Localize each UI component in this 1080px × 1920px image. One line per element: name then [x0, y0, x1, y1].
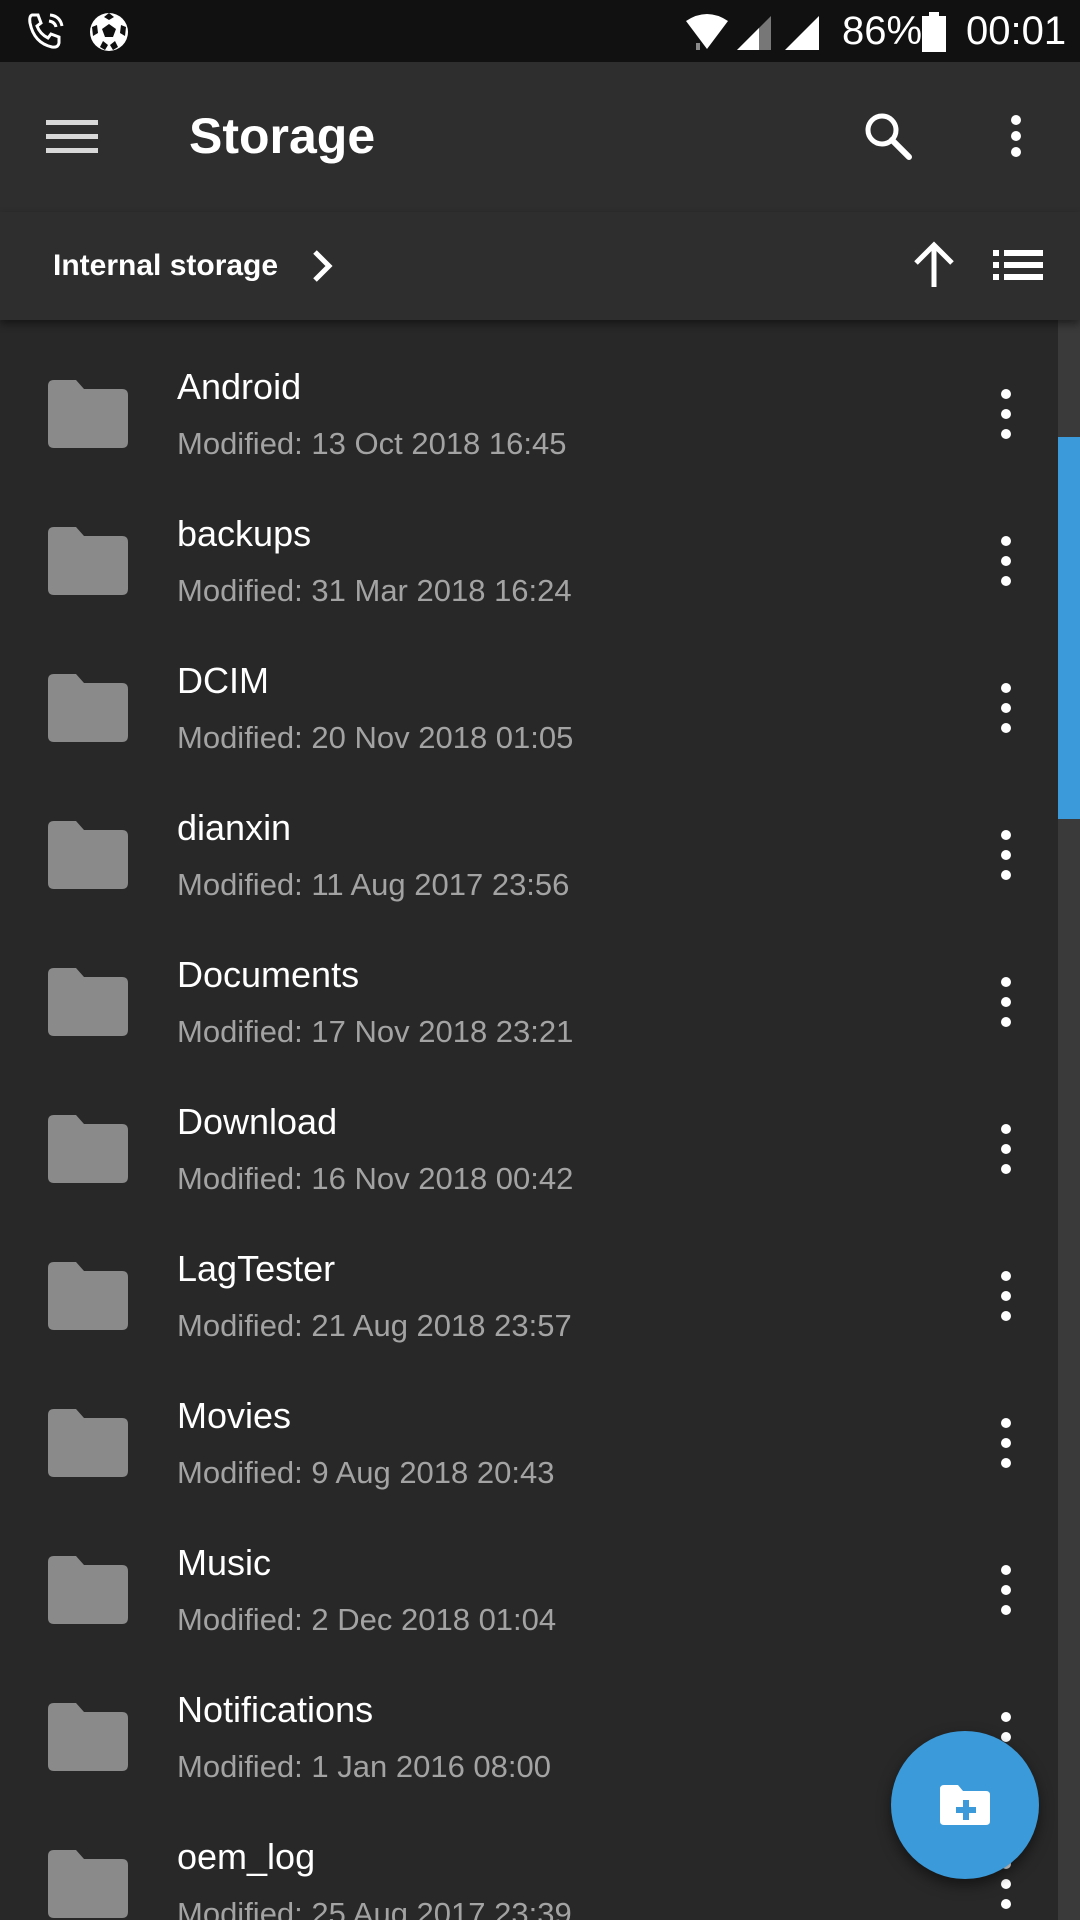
- file-name: Android: [177, 366, 302, 407]
- more-vert-icon[interactable]: [986, 680, 1026, 736]
- folder-icon: [48, 674, 128, 742]
- folder-icon: [48, 527, 128, 595]
- more-vert-icon: [1011, 115, 1021, 157]
- file-modified-date: Modified: 20 Nov 2018 01:05: [177, 720, 574, 755]
- folder-icon: [48, 1703, 128, 1771]
- file-name: dianxin: [177, 807, 292, 848]
- file-name: DCIM: [177, 660, 269, 701]
- folder-icon: [48, 1850, 128, 1918]
- more-vert-icon[interactable]: [986, 386, 1026, 442]
- more-vert-icon[interactable]: [986, 1415, 1026, 1471]
- more-vert-icon[interactable]: [986, 1562, 1026, 1618]
- view-mode-button[interactable]: [986, 234, 1050, 296]
- more-vert-icon[interactable]: [986, 533, 1026, 589]
- menu-icon: [46, 120, 98, 153]
- battery-icon: [922, 12, 946, 52]
- menu-button[interactable]: [36, 104, 108, 168]
- scrollbar-thumb[interactable]: [1058, 436, 1080, 820]
- signal-icon: [785, 16, 819, 50]
- file-list-item[interactable]: dianxin Modified: 11 Aug 2017 23:56: [0, 761, 1058, 908]
- file-modified-date: Modified: 2 Dec 2018 01:04: [177, 1602, 557, 1637]
- folder-icon: [48, 1409, 128, 1477]
- folder-icon: [48, 821, 128, 889]
- file-list-item[interactable]: backups Modified: 31 Mar 2018 16:24: [0, 467, 1058, 614]
- file-name: backups: [177, 513, 312, 554]
- more-vert-icon[interactable]: [986, 1121, 1026, 1177]
- file-list-item[interactable]: DCIM Modified: 20 Nov 2018 01:05: [0, 614, 1058, 761]
- folder-icon: [48, 1556, 128, 1624]
- folder-icon: [48, 968, 128, 1036]
- file-name: Documents: [177, 954, 360, 995]
- page-title: Storage: [189, 108, 376, 164]
- breadcrumb-bar: Internal storage: [0, 212, 1080, 320]
- new-folder-fab[interactable]: [891, 1731, 1039, 1879]
- more-options-button[interactable]: [990, 104, 1042, 168]
- file-modified-date: Modified: 11 Aug 2017 23:56: [177, 867, 570, 902]
- search-button[interactable]: [856, 104, 920, 168]
- arrow-up-icon: [914, 241, 954, 287]
- file-modified-date: Modified: 1 Jan 2016 08:00: [177, 1749, 551, 1784]
- file-modified-date: Modified: 16 Nov 2018 00:42: [177, 1161, 574, 1196]
- clock: 00:01: [966, 9, 1067, 53]
- folder-icon: [48, 1262, 128, 1330]
- list-view-icon: [993, 250, 1043, 280]
- file-list-item[interactable]: Download Modified: 16 Nov 2018 00:42: [0, 1055, 1058, 1202]
- chevron-right-icon: [313, 250, 333, 282]
- more-vert-icon[interactable]: [986, 827, 1026, 883]
- file-name: Movies: [177, 1395, 292, 1436]
- file-name: Download: [177, 1101, 338, 1142]
- soccer-ball-icon: [90, 13, 128, 51]
- file-list: Android Modified: 13 Oct 2018 16:45 back…: [0, 320, 1058, 1920]
- file-modified-date: Modified: 21 Aug 2018 23:57: [177, 1308, 572, 1343]
- file-modified-date: Modified: 13 Oct 2018 16:45: [177, 426, 567, 461]
- phone-wifi-call-icon: [28, 13, 64, 49]
- wifi-icon: [686, 14, 728, 50]
- signal-icon: [737, 16, 771, 50]
- file-list-item[interactable]: Android Modified: 13 Oct 2018 16:45: [0, 320, 1058, 467]
- breadcrumb-internal-storage[interactable]: Internal storage: [53, 248, 278, 284]
- file-name: Notifications: [177, 1689, 374, 1730]
- file-list-item[interactable]: Music Modified: 2 Dec 2018 01:04: [0, 1496, 1058, 1643]
- status-bar: 86% 00:01: [0, 0, 1080, 62]
- search-icon: [865, 113, 912, 160]
- file-list-item[interactable]: Movies Modified: 9 Aug 2018 20:43: [0, 1349, 1058, 1496]
- file-name: Music: [177, 1542, 272, 1583]
- file-list-item[interactable]: LagTester Modified: 21 Aug 2018 23:57: [0, 1202, 1058, 1349]
- file-name: LagTester: [177, 1248, 336, 1289]
- file-modified-date: Modified: 25 Aug 2017 23:39: [177, 1896, 572, 1920]
- more-vert-icon[interactable]: [986, 1268, 1026, 1324]
- folder-icon: [48, 1115, 128, 1183]
- file-list-item[interactable]: Notifications Modified: 1 Jan 2016 08:00: [0, 1643, 1058, 1790]
- more-vert-icon[interactable]: [986, 974, 1026, 1030]
- file-modified-date: Modified: 9 Aug 2018 20:43: [177, 1455, 555, 1490]
- file-modified-date: Modified: 31 Mar 2018 16:24: [177, 573, 572, 608]
- navigate-up-button[interactable]: [904, 232, 964, 298]
- scrollbar-track[interactable]: [1058, 320, 1080, 1920]
- file-name: oem_log: [177, 1836, 316, 1877]
- file-list-item[interactable]: Documents Modified: 17 Nov 2018 23:21: [0, 908, 1058, 1055]
- file-modified-date: Modified: 17 Nov 2018 23:21: [177, 1014, 574, 1049]
- file-manager-screen: 86% 00:01 Storage Internal storage Andro…: [0, 0, 1080, 1920]
- folder-icon: [48, 380, 128, 448]
- battery-percent: 86%: [842, 9, 923, 53]
- new-folder-icon: [940, 1785, 990, 1825]
